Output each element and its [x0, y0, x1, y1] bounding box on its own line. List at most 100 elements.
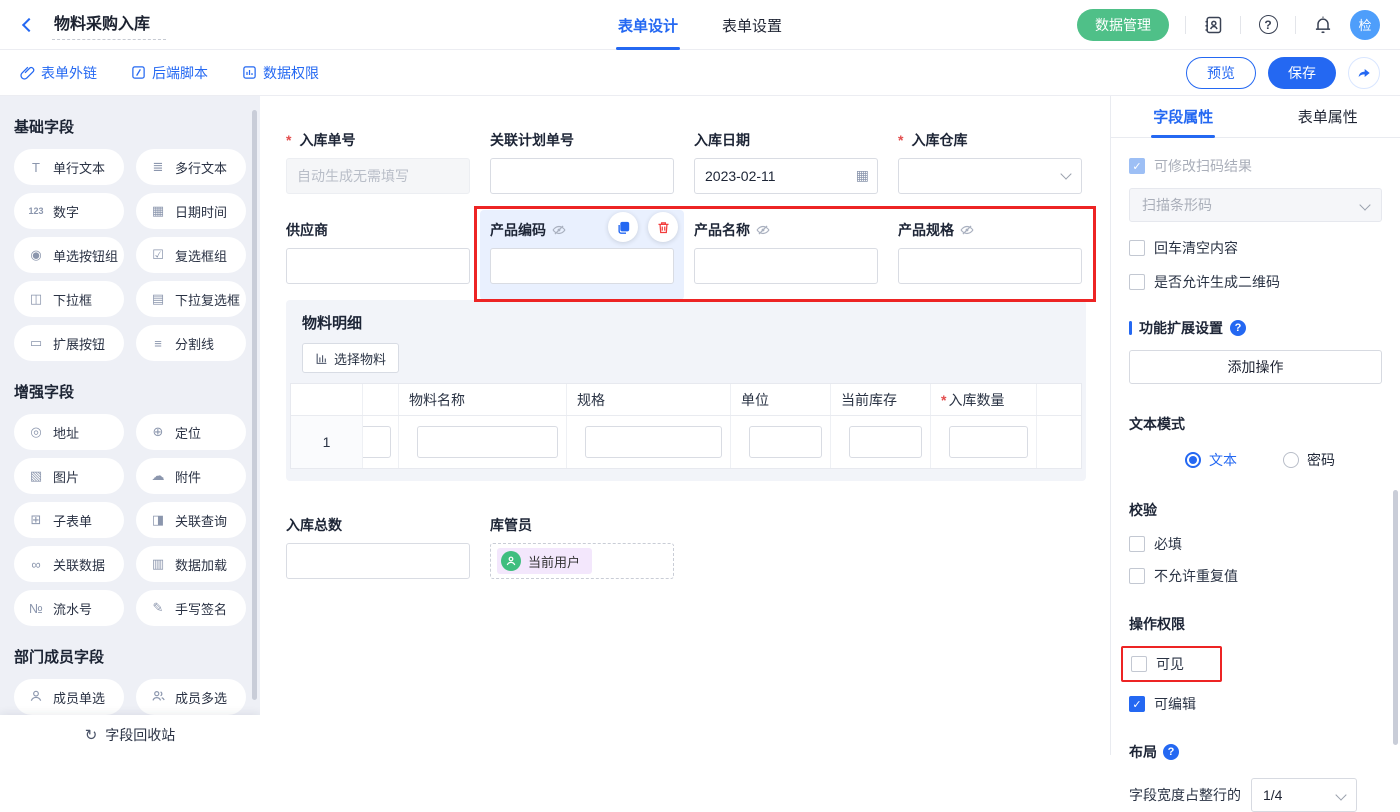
sidebar-item-checkbox-group[interactable]: ☑复选框组 [136, 237, 246, 273]
field-product-spec[interactable]: 产品规格 [888, 210, 1092, 300]
tab-form-design[interactable]: 表单设计 [618, 0, 678, 50]
product-name-input[interactable] [694, 248, 878, 284]
radio-text[interactable]: 文本 [1185, 450, 1237, 470]
sidebar-item-datetime[interactable]: ▦日期时间 [136, 193, 246, 229]
sidebar-item-serial-number[interactable]: №流水号 [14, 590, 124, 626]
product-code-input[interactable] [490, 248, 674, 284]
copy-field-button[interactable] [608, 212, 638, 242]
user-avatar[interactable]: 检 [1350, 10, 1380, 40]
enter-clear-checkbox[interactable]: 回车清空内容 [1129, 238, 1382, 258]
no-duplicate-checkbox[interactable]: 不允许重复值 [1129, 566, 1382, 586]
header-cell-blank [363, 384, 399, 415]
text-mode-label: 文本模式 [1129, 414, 1382, 434]
inbound-date-input[interactable] [694, 158, 878, 194]
material-detail-subform[interactable]: 物料明细 选择物料 物料名称 规格 单位 当前库存 入库数量 1 [286, 300, 1086, 481]
clipped-input[interactable] [363, 426, 391, 458]
current-user-tag[interactable]: 当前用户 [497, 548, 592, 574]
sidebar-item-linked-data[interactable]: ∞关联数据 [14, 546, 124, 582]
radio-icon: ◉ [27, 247, 45, 263]
total-qty-input[interactable] [286, 543, 470, 579]
sidebar-item-image[interactable]: ▧图片 [14, 458, 124, 494]
qrcode-checkbox[interactable]: 是否允许生成二维码 [1129, 272, 1382, 292]
share-button[interactable] [1348, 57, 1380, 89]
sidebar-item-attachment[interactable]: ☁附件 [136, 458, 246, 494]
supplier-input[interactable] [286, 248, 470, 284]
field-inbound-no[interactable]: 入库单号 [276, 120, 480, 210]
select-material-button[interactable]: 选择物料 [302, 343, 399, 373]
backend-script-action[interactable]: 后端脚本 [131, 63, 208, 83]
scan-result-checkbox[interactable]: ✓ 可修改扫码结果 [1129, 156, 1382, 176]
required-checkbox[interactable]: 必填 [1129, 534, 1382, 554]
data-manage-button[interactable]: 数据管理 [1077, 9, 1169, 41]
sidebar-item-signature[interactable]: ✎手写签名 [136, 590, 246, 626]
panel-scrollbar[interactable] [1393, 490, 1398, 745]
spec-input[interactable] [585, 426, 722, 458]
pen-icon: ✎ [149, 600, 167, 616]
sidebar-item-multi-line-text[interactable]: ≣多行文本 [136, 149, 246, 185]
data-permission-action[interactable]: 数据权限 [242, 63, 319, 83]
tab-form-settings[interactable]: 表单设置 [722, 0, 782, 50]
sidebar-item-data-load[interactable]: ▥数据加载 [136, 546, 246, 582]
preview-button[interactable]: 预览 [1186, 57, 1256, 89]
field-product-name[interactable]: 产品名称 [684, 210, 888, 300]
unit-input[interactable] [749, 426, 822, 458]
add-action-button[interactable]: 添加操作 [1129, 350, 1382, 384]
tab-field-properties[interactable]: 字段属性 [1111, 96, 1256, 137]
sidebar-item-single-line-text[interactable]: T单行文本 [14, 149, 124, 185]
plan-no-input[interactable] [490, 158, 674, 194]
chevron-down-icon [1335, 789, 1346, 800]
data-bars-icon [242, 65, 257, 80]
field-warehouse-keeper[interactable]: 库管员 当前用户 [480, 505, 684, 595]
sidebar-item-address[interactable]: ◎地址 [14, 414, 124, 450]
field-recycle-bin[interactable]: ↻ 字段回收站 [0, 715, 260, 755]
delete-field-button[interactable] [648, 212, 678, 242]
scan-mode-select[interactable]: 扫描条形码 [1129, 188, 1382, 222]
external-link-action[interactable]: 表单外链 [20, 63, 97, 83]
sidebar-item-member-multi[interactable]: 成员多选 [136, 679, 246, 715]
sidebar-item-location[interactable]: ⊕定位 [136, 414, 246, 450]
field-plan-no[interactable]: 关联计划单号 [480, 120, 684, 210]
sidebar-item-extend-button[interactable]: ▭扩展按钮 [14, 325, 124, 361]
item-label: 子表单 [53, 511, 92, 530]
sidebar-item-radio-group[interactable]: ◉单选按钮组 [14, 237, 124, 273]
form-canvas[interactable]: 入库单号 关联计划单号 入库日期 ▦ 入库仓库 [260, 96, 1110, 755]
copy-icon [616, 220, 631, 235]
field-inbound-date[interactable]: 入库日期 ▦ [684, 120, 888, 210]
item-label: 分割线 [175, 334, 214, 353]
sidebar-item-select[interactable]: ◫下拉框 [14, 281, 124, 317]
tab-form-properties[interactable]: 表单属性 [1256, 96, 1400, 137]
field-supplier[interactable]: 供应商 [276, 210, 480, 300]
sidebar-item-divider[interactable]: ≡分割线 [136, 325, 246, 361]
sidebar-item-member-single[interactable]: 成员单选 [14, 679, 124, 715]
address-book-icon[interactable] [1202, 14, 1224, 36]
field-width-select[interactable]: 1/4 [1251, 778, 1357, 812]
help-icon[interactable]: ? [1257, 14, 1279, 36]
inbound-no-input[interactable] [286, 158, 470, 194]
material-name-input[interactable] [417, 426, 558, 458]
sidebar-item-lookup-query[interactable]: ◨关联查询 [136, 502, 246, 538]
sidebar-item-multi-select[interactable]: ▤下拉复选框 [136, 281, 246, 317]
radio-password[interactable]: 密码 [1283, 450, 1335, 470]
editable-checkbox[interactable]: ✓ 可编辑 [1129, 694, 1382, 714]
sidebar-item-number[interactable]: 123数字 [14, 193, 124, 229]
stock-input[interactable] [849, 426, 922, 458]
sidebar-item-subform[interactable]: ⊞子表单 [14, 502, 124, 538]
field-total-qty[interactable]: 入库总数 [276, 505, 480, 595]
help-icon[interactable]: ? [1163, 744, 1179, 760]
visible-checkbox[interactable]: 可见 [1131, 654, 1184, 674]
notification-bell-icon[interactable] [1312, 14, 1334, 36]
warehouse-select[interactable] [898, 158, 1082, 194]
sidebar-scrollbar[interactable] [252, 110, 257, 700]
text-mode-radio-group: 文本 密码 [1185, 450, 1382, 470]
field-warehouse[interactable]: 入库仓库 [888, 120, 1092, 210]
back-button[interactable] [20, 13, 42, 36]
help-icon[interactable]: ? [1230, 320, 1246, 336]
qty-input[interactable] [949, 426, 1028, 458]
save-button[interactable]: 保存 [1268, 57, 1336, 89]
product-spec-input[interactable] [898, 248, 1082, 284]
keeper-member-picker[interactable]: 当前用户 [490, 543, 674, 579]
page-title[interactable]: 物料采购入库 [52, 10, 166, 40]
field-product-code[interactable]: 产品编码 [480, 210, 684, 300]
number-icon: 123 [27, 206, 45, 216]
field-label: 入库总数 [286, 515, 470, 535]
